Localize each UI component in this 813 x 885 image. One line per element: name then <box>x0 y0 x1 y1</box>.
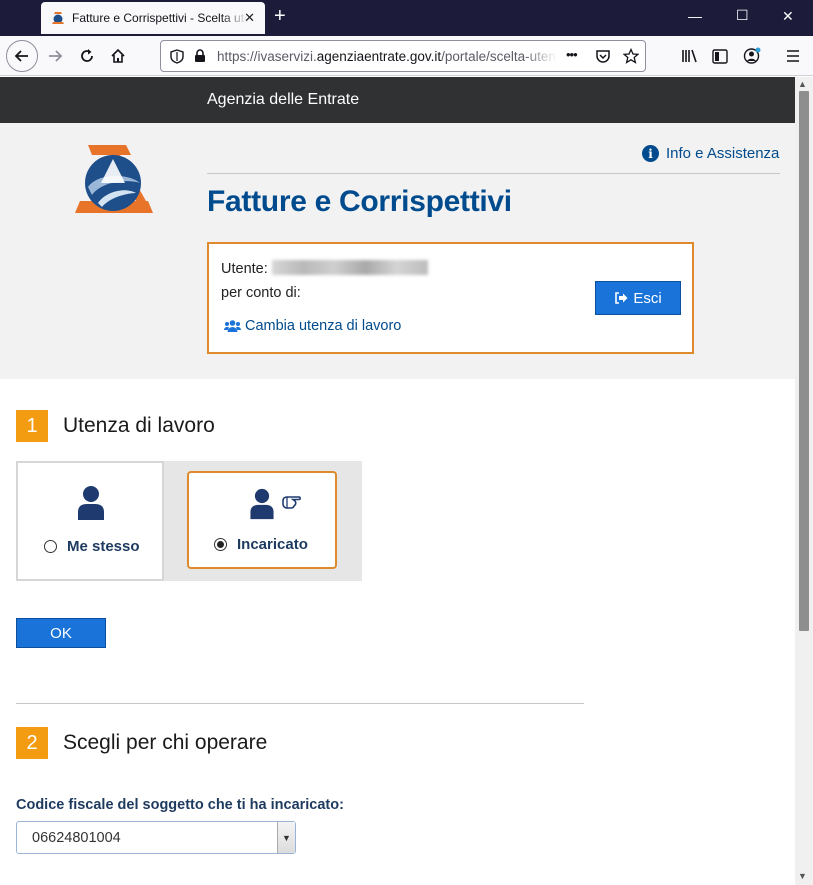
step-1-title: Utenza di lavoro <box>63 414 215 437</box>
agency-logo <box>75 145 153 213</box>
browser-toolbar: https://ivaservizi.agenziaentrate.gov.it… <box>0 36 813 76</box>
page-content: Agenzia delle Entrate i Info e Assistenz… <box>0 77 795 885</box>
browser-tab[interactable]: Fatture e Corrispettivi - Scelta utenza … <box>41 2 265 34</box>
option-delegate[interactable]: Incaricato <box>187 471 337 569</box>
tax-code-value: 06624801004 <box>32 830 121 846</box>
tax-code-select[interactable]: 06624801004 ▼ <box>16 821 296 854</box>
shield-icon[interactable] <box>170 49 184 64</box>
account-icon[interactable] <box>739 43 765 69</box>
info-assistance-link[interactable]: i Info e Assistenza <box>642 145 779 162</box>
lock-icon[interactable] <box>194 49 206 63</box>
back-icon[interactable] <box>6 40 38 72</box>
user-icon <box>78 486 104 520</box>
ok-button[interactable]: OK <box>16 618 106 648</box>
logout-label: Esci <box>633 289 662 307</box>
option-delegate-row: Incaricato <box>214 536 308 553</box>
forward-icon[interactable] <box>42 43 68 69</box>
radio-delegate[interactable] <box>214 538 227 551</box>
url-text: https://ivaservizi.agenziaentrate.gov.it… <box>217 49 557 64</box>
user-info-box: Utente: per conto di: Cambia utenza di l… <box>207 242 694 354</box>
option-myself-row: Me stesso <box>44 538 140 555</box>
on-behalf-label: per conto di: <box>221 285 301 301</box>
tab-close-icon[interactable]: ✕ <box>244 10 255 26</box>
step-2-title: Scegli per chi operare <box>63 731 268 754</box>
library-icon[interactable] <box>676 43 702 69</box>
sidebar-icon[interactable] <box>707 43 733 69</box>
work-user-choices: Me stesso Incaricato <box>16 461 362 581</box>
menu-hamburger-icon[interactable] <box>780 43 806 69</box>
user-icon <box>250 488 274 520</box>
step-2-number: 2 <box>16 727 48 759</box>
pocket-icon[interactable] <box>595 49 611 64</box>
logout-button[interactable]: Esci <box>595 281 681 315</box>
tab-title: Fatture e Corrispettivi - Scelta utenza … <box>72 11 248 25</box>
new-tab-icon[interactable]: + <box>274 6 286 26</box>
radio-myself[interactable] <box>44 540 57 553</box>
home-icon[interactable] <box>105 43 131 69</box>
address-bar[interactable]: https://ivaservizi.agenziaentrate.gov.it… <box>160 40 646 72</box>
page-actions-icon[interactable]: ••• <box>566 47 578 62</box>
reload-icon[interactable] <box>74 43 100 69</box>
section-divider <box>16 703 584 704</box>
tax-code-label: Codice fiscale del soggetto che ti ha in… <box>16 797 344 813</box>
site-favicon-icon <box>52 12 64 24</box>
change-work-user-link[interactable]: Cambia utenza di lavoro <box>224 318 401 334</box>
maximize-icon[interactable]: ☐ <box>736 7 749 24</box>
user-label: Utente: <box>221 261 268 277</box>
page-title: Fatture e Corrispettivi <box>207 185 512 218</box>
info-icon: i <box>642 145 659 162</box>
scroll-down-icon[interactable]: ▼ <box>798 871 807 881</box>
bookmark-star-icon[interactable] <box>623 48 639 64</box>
user-name-redacted <box>272 260 428 275</box>
sign-out-icon <box>615 292 628 304</box>
minimize-icon[interactable]: — <box>688 8 702 24</box>
scroll-thumb[interactable] <box>799 91 809 631</box>
agency-topbar: Agenzia delle Entrate <box>0 77 795 123</box>
chevron-down-icon[interactable]: ▼ <box>277 822 295 853</box>
page-scrollbar[interactable]: ▲ ▼ <box>795 77 813 885</box>
scroll-up-icon[interactable]: ▲ <box>798 79 807 89</box>
option-myself[interactable]: Me stesso <box>16 461 164 581</box>
option-delegate-label: Incaricato <box>237 536 308 553</box>
close-window-icon[interactable]: ✕ <box>782 8 794 25</box>
header-divider <box>207 173 780 174</box>
browser-titlebar: Fatture e Corrispettivi - Scelta utenza … <box>0 0 813 36</box>
agency-name: Agenzia delle Entrate <box>207 91 360 108</box>
pointing-hand-icon <box>282 496 301 509</box>
option-myself-label: Me stesso <box>67 538 140 555</box>
users-group-icon <box>224 320 241 332</box>
app-header: i Info e Assistenza Fatture e Corrispett… <box>0 123 795 379</box>
change-link-label: Cambia utenza di lavoro <box>245 318 402 334</box>
step-1-number: 1 <box>16 410 48 442</box>
info-link-label: Info e Assistenza <box>666 145 780 162</box>
